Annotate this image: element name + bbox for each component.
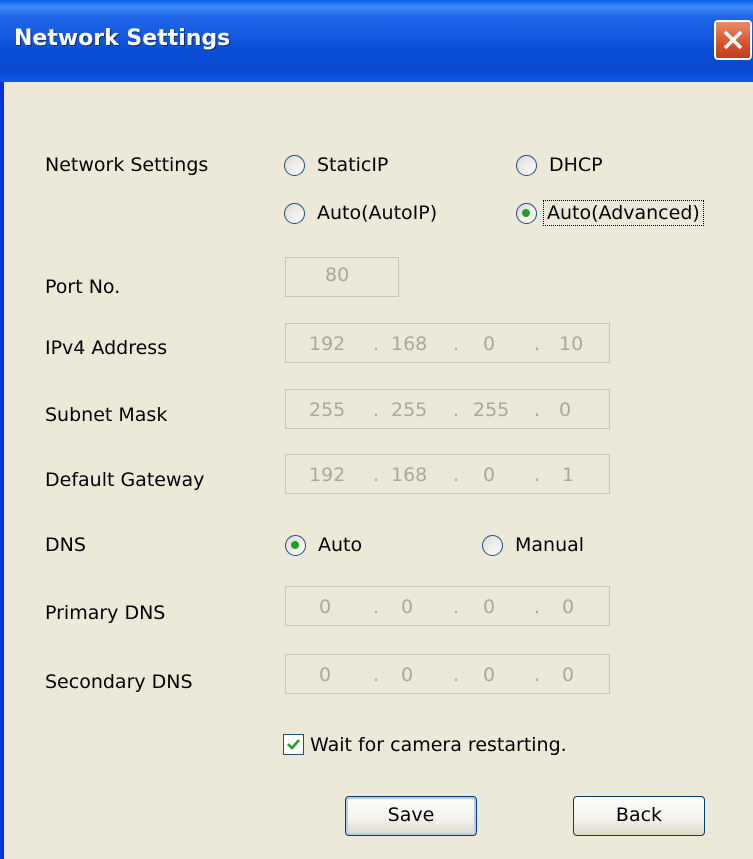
gateway-input[interactable]: 192 . 168 . 0 . 1 xyxy=(285,454,610,494)
network-settings-label: Network Settings xyxy=(45,154,209,176)
primary-dns-octet-4: 0 xyxy=(562,596,575,618)
secondary-dns-octet-1: 0 xyxy=(319,664,332,686)
dns-label: DNS xyxy=(45,534,86,556)
ip-separator: . xyxy=(453,464,460,486)
wait-restart-checkbox[interactable] xyxy=(283,734,304,755)
radio-auto-autoip-label[interactable]: Auto(AutoIP) xyxy=(317,202,437,224)
ip-separator: . xyxy=(534,596,541,618)
subnet-octet-2: 255 xyxy=(391,399,428,421)
radio-auto-advanced-label[interactable]: Auto(Advanced) xyxy=(543,200,704,226)
gateway-octet-1: 192 xyxy=(309,464,346,486)
ip-separator: . xyxy=(534,333,541,355)
subnet-octet-3: 255 xyxy=(473,399,510,421)
radio-selected-dot xyxy=(291,541,299,549)
radio-staticip[interactable] xyxy=(284,155,305,176)
ip-separator: . xyxy=(373,399,380,421)
radio-dns-auto[interactable] xyxy=(285,535,306,556)
ip-separator: . xyxy=(373,333,380,355)
radio-dns-auto-label[interactable]: Auto xyxy=(318,534,362,556)
secondary-dns-octet-2: 0 xyxy=(401,664,414,686)
radio-dns-manual-label[interactable]: Manual xyxy=(515,534,584,556)
port-value: 80 xyxy=(325,264,350,286)
ip-separator: . xyxy=(373,596,380,618)
ip-separator: . xyxy=(453,399,460,421)
ipv4-octet-1: 192 xyxy=(309,333,346,355)
ip-separator: . xyxy=(534,664,541,686)
port-label: Port No. xyxy=(45,276,121,298)
radio-dhcp-label[interactable]: DHCP xyxy=(549,154,603,176)
port-input[interactable]: 80 xyxy=(285,257,399,297)
wait-restart-label[interactable]: Wait for camera restarting. xyxy=(310,734,567,756)
ipv4-octet-3: 0 xyxy=(483,333,496,355)
ipv4-label: IPv4 Address xyxy=(45,337,168,359)
primary-dns-octet-2: 0 xyxy=(401,596,414,618)
subnet-octet-4: 0 xyxy=(559,399,572,421)
gateway-octet-4: 1 xyxy=(562,464,575,486)
ip-separator: . xyxy=(453,664,460,686)
title-bar[interactable]: Network Settings xyxy=(0,0,753,82)
network-settings-window: Network Settings Network Settings Static… xyxy=(0,0,753,859)
secondary-dns-octet-3: 0 xyxy=(483,664,496,686)
subnet-label: Subnet Mask xyxy=(45,404,168,426)
ip-separator: . xyxy=(373,664,380,686)
primary-dns-label: Primary DNS xyxy=(45,602,166,624)
close-button[interactable] xyxy=(714,20,752,60)
radio-dns-manual[interactable] xyxy=(482,535,503,556)
close-icon xyxy=(723,30,743,50)
dialog-client-area: Network Settings StaticIP DHCP Auto(Auto… xyxy=(4,82,753,859)
radio-selected-dot xyxy=(522,209,530,217)
radio-auto-advanced[interactable] xyxy=(516,203,537,224)
gateway-octet-2: 168 xyxy=(391,464,428,486)
ip-separator: . xyxy=(373,464,380,486)
radio-auto-autoip[interactable] xyxy=(284,203,305,224)
subnet-input[interactable]: 255 . 255 . 255 . 0 xyxy=(285,389,610,429)
ipv4-octet-4: 10 xyxy=(559,333,584,355)
ip-separator: . xyxy=(453,596,460,618)
secondary-dns-octet-4: 0 xyxy=(562,664,575,686)
gateway-label: Default Gateway xyxy=(45,469,205,491)
secondary-dns-label: Secondary DNS xyxy=(45,671,193,693)
window-title: Network Settings xyxy=(14,26,231,51)
ip-separator: . xyxy=(534,399,541,421)
ipv4-input[interactable]: 192 . 168 . 0 . 10 xyxy=(285,323,610,363)
ip-separator: . xyxy=(534,464,541,486)
secondary-dns-input[interactable]: 0 . 0 . 0 . 0 xyxy=(285,654,610,694)
gateway-octet-3: 0 xyxy=(483,464,496,486)
subnet-octet-1: 255 xyxy=(309,399,346,421)
ipv4-octet-2: 168 xyxy=(391,333,428,355)
checkmark-icon xyxy=(287,739,300,750)
radio-staticip-label[interactable]: StaticIP xyxy=(317,154,388,176)
primary-dns-input[interactable]: 0 . 0 . 0 . 0 xyxy=(285,586,610,626)
back-button[interactable]: Back xyxy=(573,796,705,836)
save-button[interactable]: Save xyxy=(345,796,477,836)
primary-dns-octet-3: 0 xyxy=(483,596,496,618)
ip-separator: . xyxy=(453,333,460,355)
radio-dhcp[interactable] xyxy=(516,155,537,176)
primary-dns-octet-1: 0 xyxy=(319,596,332,618)
